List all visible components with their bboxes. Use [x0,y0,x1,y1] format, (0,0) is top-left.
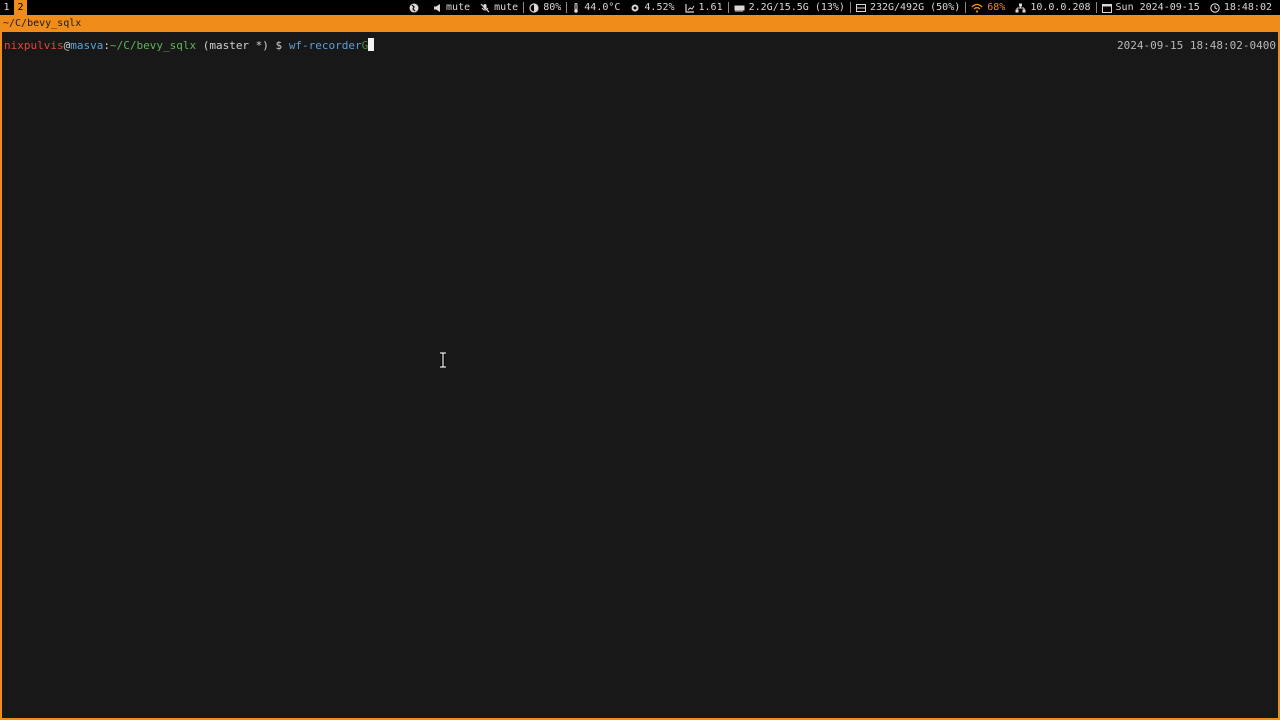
brightness-status[interactable]: 80% [524,0,566,15]
calendar-icon [1101,3,1112,13]
terminal-pane[interactable]: nixpulvis@masva:~/C/bevy_sqlx (master *)… [0,32,1280,720]
window-title: ~/C/bevy_sqlx [3,18,82,29]
mic-label: mute [494,2,519,13]
mic-muted-icon [480,3,490,13]
cpu-status: 4.52% [625,0,679,15]
speaker-label: mute [446,2,471,13]
ip-status: 10.0.0.208 [1010,0,1095,15]
globe-icon [409,3,419,13]
clock-status: 18:48:02 [1205,0,1272,15]
network-status[interactable] [404,3,428,13]
top-status-bar: 1 2 mute mute 80% 44.0°C 4.52% 1.61 2.2G… [0,0,1280,15]
prompt-colon: : [103,39,110,52]
temperature-status: 44.0°C [567,0,625,15]
load-chart-icon [684,3,695,13]
prompt-path: ~/C/bevy_sqlx [109,39,197,52]
date-value: Sun 2024-09-15 [1115,2,1200,13]
speaker-icon [433,3,442,13]
prompt-git-status: (master *) [196,39,269,52]
brightness-value: 80% [543,2,562,13]
memory-value: 2.2G/15.5G (13%) [748,2,845,13]
autosuggestion-text: G [361,39,369,52]
wifi-value: 68% [987,2,1006,13]
disk-icon [855,3,866,13]
command-text: wf-recorder [288,39,362,52]
wifi-icon [971,3,983,13]
thermometer-icon [572,2,580,13]
window-title-bar[interactable]: ~/C/bevy_sqlx [0,15,1280,32]
mic-status[interactable]: mute [475,0,523,15]
prompt-symbol: $ [268,39,289,52]
temperature-value: 44.0°C [584,2,621,13]
status-area: mute mute 80% 44.0°C 4.52% 1.61 2.2G/15.… [404,0,1272,15]
workspace-1-button[interactable]: 1 [0,0,13,15]
memory-status: 2.2G/15.5G (13%) [729,0,850,15]
date-status: Sun 2024-09-15 [1097,0,1205,15]
cpu-value: 4.52% [644,2,675,13]
time-value: 18:48:02 [1223,2,1272,13]
load-status: 1.61 [680,0,728,15]
workspace-2-button[interactable]: 2 [14,0,27,15]
load-value: 1.61 [698,2,723,13]
cpu-icon [630,3,640,13]
ibeam-cursor-icon [438,351,448,369]
shell-prompt-line[interactable]: nixpulvis@masva:~/C/bevy_sqlx (master *)… [4,38,375,53]
ip-value: 10.0.0.208 [1030,2,1091,13]
disk-status: 232G/492G (50%) [851,0,965,15]
memory-icon [734,3,745,13]
prompt-host: masva [70,39,104,52]
brightness-icon [529,2,539,13]
text-cursor [368,38,375,51]
speaker-status[interactable]: mute [428,0,475,15]
wifi-status[interactable]: 68% [966,0,1010,15]
clock-icon [1210,2,1220,13]
disk-value: 232G/492G (50%) [869,2,961,13]
prompt-user: nixpulvis [4,39,64,52]
network-icon [1015,3,1026,13]
prompt-timestamp: 2024-09-15 18:48:02-0400 [1117,39,1276,52]
